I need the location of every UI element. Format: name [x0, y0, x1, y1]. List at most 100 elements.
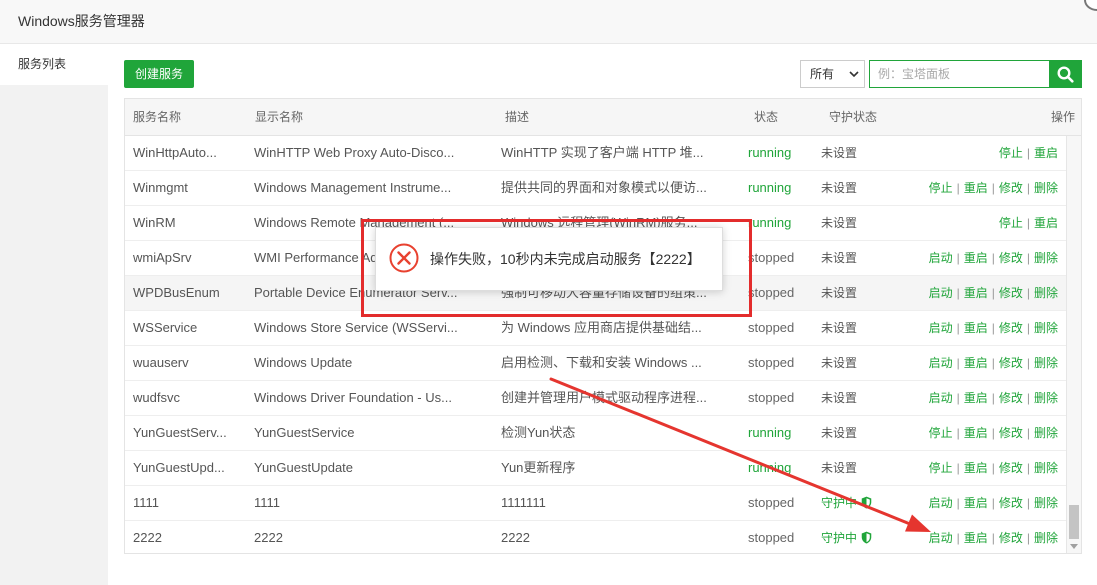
- create-service-button[interactable]: 创建服务: [124, 60, 194, 88]
- start-link[interactable]: 启动: [929, 391, 953, 405]
- status-cell: stopped: [748, 495, 795, 510]
- action-separator: |: [956, 251, 960, 265]
- start-link[interactable]: 启动: [929, 531, 953, 545]
- action-separator: |: [991, 426, 995, 440]
- stop-link[interactable]: 停止: [929, 461, 953, 475]
- guard-status-cell: 未设置: [813, 381, 913, 415]
- edit-link[interactable]: 修改: [999, 251, 1023, 265]
- search-button[interactable]: [1049, 60, 1082, 88]
- start-link[interactable]: 启动: [929, 286, 953, 300]
- guard-status-label: 未设置: [821, 461, 858, 475]
- vertical-scrollbar[interactable]: [1066, 136, 1081, 553]
- restart-link[interactable]: 重启: [964, 531, 988, 545]
- delete-link[interactable]: 删除: [1034, 461, 1058, 475]
- action-separator: |: [991, 496, 995, 510]
- guard-status-label: 未设置: [821, 426, 858, 440]
- actions-cell: 启动 | 重启 | 修改 | 删除: [913, 381, 1066, 415]
- stop-link[interactable]: 停止: [999, 216, 1023, 230]
- edit-link[interactable]: 修改: [999, 321, 1023, 335]
- stop-link[interactable]: 停止: [929, 181, 953, 195]
- action-separator: |: [956, 356, 960, 370]
- actions-cell: 停止 | 重启: [913, 136, 1066, 170]
- restart-link[interactable]: 重启: [964, 496, 988, 510]
- action-separator: |: [1026, 391, 1030, 405]
- description-cell: 创建并管理用户模式驱动程序进程...: [501, 390, 707, 405]
- display-name-cell: Windows Update: [254, 355, 353, 370]
- actions-cell: 启动 | 重启 | 修改 | 删除: [913, 486, 1066, 520]
- guard-status-label: 未设置: [821, 251, 858, 265]
- restart-link[interactable]: 重启: [964, 286, 988, 300]
- edit-link[interactable]: 修改: [999, 531, 1023, 545]
- actions-cell: 停止 | 重启 | 修改 | 删除: [913, 416, 1066, 450]
- action-separator: |: [991, 181, 995, 195]
- action-separator: |: [991, 391, 995, 405]
- actions-cell: 启动 | 重启 | 修改 | 删除: [913, 276, 1066, 310]
- delete-link[interactable]: 删除: [1034, 321, 1058, 335]
- window-title: Windows服务管理器: [18, 13, 145, 29]
- delete-link[interactable]: 删除: [1034, 181, 1058, 195]
- restart-link[interactable]: 重启: [964, 356, 988, 370]
- close-button[interactable]: [1084, 0, 1097, 11]
- display-name-cell: Windows Management Instrume...: [254, 180, 452, 195]
- display-name-cell: 2222: [254, 530, 283, 545]
- delete-link[interactable]: 删除: [1034, 531, 1058, 545]
- service-name-cell: wuauserv: [133, 355, 189, 370]
- edit-link[interactable]: 修改: [999, 286, 1023, 300]
- stop-link[interactable]: 停止: [929, 426, 953, 440]
- actions-cell: 停止 | 重启: [913, 206, 1066, 240]
- start-link[interactable]: 启动: [929, 496, 953, 510]
- table-row: wuauserv Windows Update 启用检测、下载和安装 Windows…: [125, 346, 1066, 381]
- start-link[interactable]: 启动: [929, 321, 953, 335]
- action-separator: |: [1026, 321, 1030, 335]
- guard-status-label: 守护中: [821, 531, 858, 545]
- sidebar-item-service-list[interactable]: 服务列表: [0, 44, 108, 85]
- action-separator: |: [991, 321, 995, 335]
- delete-link[interactable]: 删除: [1034, 251, 1058, 265]
- description-cell: Yun更新程序: [501, 460, 576, 475]
- edit-link[interactable]: 修改: [999, 426, 1023, 440]
- restart-link[interactable]: 重启: [964, 321, 988, 335]
- restart-link[interactable]: 重启: [964, 251, 988, 265]
- service-name-cell: wmiApSrv: [133, 250, 192, 265]
- action-separator: |: [991, 286, 995, 300]
- start-link[interactable]: 启动: [929, 356, 953, 370]
- edit-link[interactable]: 修改: [999, 356, 1023, 370]
- edit-link[interactable]: 修改: [999, 391, 1023, 405]
- action-separator: |: [1026, 146, 1030, 160]
- status-cell: stopped: [748, 355, 795, 370]
- action-separator: |: [956, 286, 960, 300]
- stop-link[interactable]: 停止: [999, 146, 1023, 160]
- action-separator: |: [956, 496, 960, 510]
- chevron-down-icon: [849, 71, 859, 78]
- delete-link[interactable]: 删除: [1034, 356, 1058, 370]
- table-row: YunGuestUpd... YunGuestUpdate Yun更新程序 runni…: [125, 451, 1066, 486]
- action-separator: |: [1026, 356, 1030, 370]
- restart-link[interactable]: 重启: [964, 391, 988, 405]
- scroll-down-arrow-icon[interactable]: [1070, 544, 1078, 549]
- delete-link[interactable]: 删除: [1034, 496, 1058, 510]
- edit-link[interactable]: 修改: [999, 181, 1023, 195]
- description-cell: 提供共同的界面和对象模式以便访...: [501, 180, 707, 195]
- scrollbar-thumb[interactable]: [1069, 505, 1079, 539]
- action-separator: |: [1026, 531, 1030, 545]
- search-icon: [1057, 66, 1074, 83]
- edit-link[interactable]: 修改: [999, 461, 1023, 475]
- status-filter-select[interactable]: 所有: [800, 60, 865, 88]
- description-cell: 检测Yun状态: [501, 425, 576, 440]
- restart-link[interactable]: 重启: [964, 426, 988, 440]
- search-input[interactable]: [869, 60, 1050, 88]
- restart-link[interactable]: 重启: [964, 181, 988, 195]
- delete-link[interactable]: 删除: [1034, 391, 1058, 405]
- restart-link[interactable]: 重启: [964, 461, 988, 475]
- service-name-cell: Winmgmt: [133, 180, 188, 195]
- service-name-cell: WSService: [133, 320, 198, 335]
- delete-link[interactable]: 删除: [1034, 286, 1058, 300]
- restart-link[interactable]: 重启: [1034, 146, 1058, 160]
- actions-cell: 启动 | 重启 | 修改 | 删除: [913, 346, 1066, 380]
- delete-link[interactable]: 删除: [1034, 426, 1058, 440]
- service-name-cell: wudfsvc: [133, 390, 180, 405]
- edit-link[interactable]: 修改: [999, 496, 1023, 510]
- guard-status-cell: 未设置: [813, 171, 913, 205]
- restart-link[interactable]: 重启: [1034, 216, 1058, 230]
- start-link[interactable]: 启动: [929, 251, 953, 265]
